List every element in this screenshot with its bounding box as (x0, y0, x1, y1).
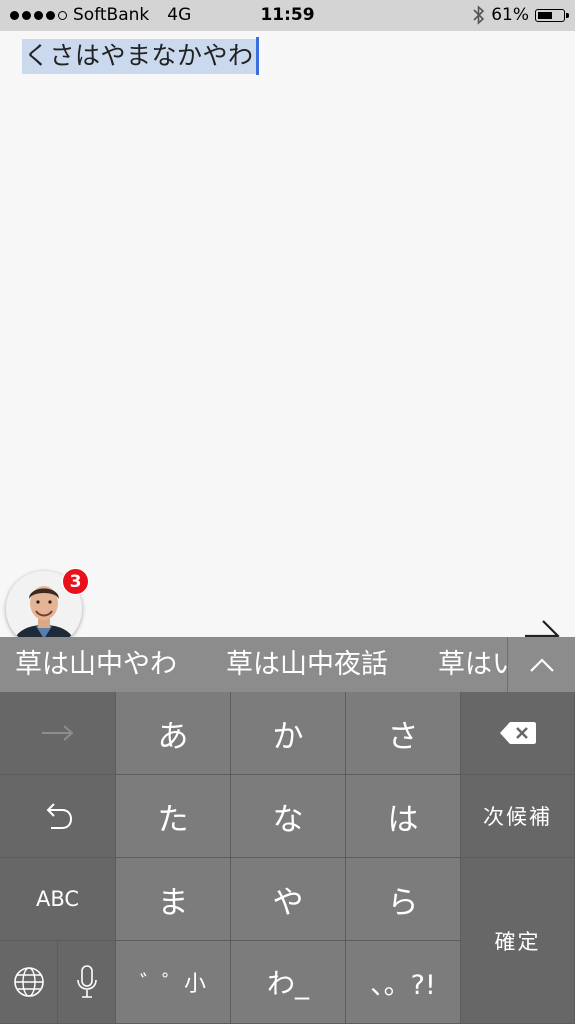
chevron-up-icon (530, 658, 554, 672)
kana-key-ra[interactable]: ら (346, 858, 461, 941)
composing-text[interactable]: くさはやまなかやわ (22, 39, 256, 74)
kana-key-a[interactable]: あ (116, 692, 231, 775)
candidate-item[interactable]: 草はい (438, 637, 507, 692)
candidate-item[interactable]: 草は山中やわ (15, 637, 177, 692)
status-right: 61% (473, 5, 569, 25)
undo-button[interactable] (0, 775, 116, 858)
kana-keyboard: ABC あ か さ た な は ま や ら ゛゜小 わ_ 、。?! 次候補 確定 (0, 692, 575, 1024)
candidate-item[interactable]: 草は山中夜話 (226, 637, 388, 692)
message-editor[interactable]: くさはやまなかやわ 3 (0, 31, 575, 652)
globe-icon (13, 967, 44, 997)
delete-button[interactable] (461, 692, 575, 775)
punctuation-key[interactable]: 、。?! (346, 941, 461, 1024)
kana-key-ya[interactable]: や (231, 858, 346, 941)
dakuten-small-key[interactable]: ゛゜小 (116, 941, 231, 1024)
kana-key-na[interactable]: な (231, 775, 346, 858)
abc-mode-button[interactable]: ABC (0, 858, 116, 941)
next-candidate-button[interactable]: 次候補 (461, 775, 575, 858)
undo-icon (46, 803, 72, 829)
microphone-icon (76, 965, 97, 998)
kana-key-ka[interactable]: か (231, 692, 346, 775)
kana-key-wa[interactable]: わ_ (231, 941, 346, 1024)
kana-key-ta[interactable]: た (116, 775, 231, 858)
cursor-right-button[interactable] (0, 692, 116, 775)
microphone-button[interactable] (58, 941, 116, 1024)
backspace-icon (499, 722, 536, 744)
unread-badge: 3 (62, 568, 89, 595)
confirm-button[interactable]: 確定 (461, 858, 575, 1024)
kana-key-ma[interactable]: ま (116, 858, 231, 941)
status-bar: SoftBank 4G 11:59 61% (0, 0, 575, 31)
battery-icon (535, 8, 569, 22)
bluetooth-icon (473, 5, 485, 25)
battery-percent: 61% (491, 5, 529, 25)
kana-key-ha[interactable]: は (346, 775, 461, 858)
expand-candidates-button[interactable] (507, 637, 575, 692)
text-caret (256, 37, 259, 75)
kana-key-sa[interactable]: さ (346, 692, 461, 775)
arrow-right-icon (41, 725, 74, 741)
globe-button[interactable] (0, 941, 58, 1024)
candidate-bar: 草は山中やわ 草は山中夜話 草はい (0, 637, 575, 692)
